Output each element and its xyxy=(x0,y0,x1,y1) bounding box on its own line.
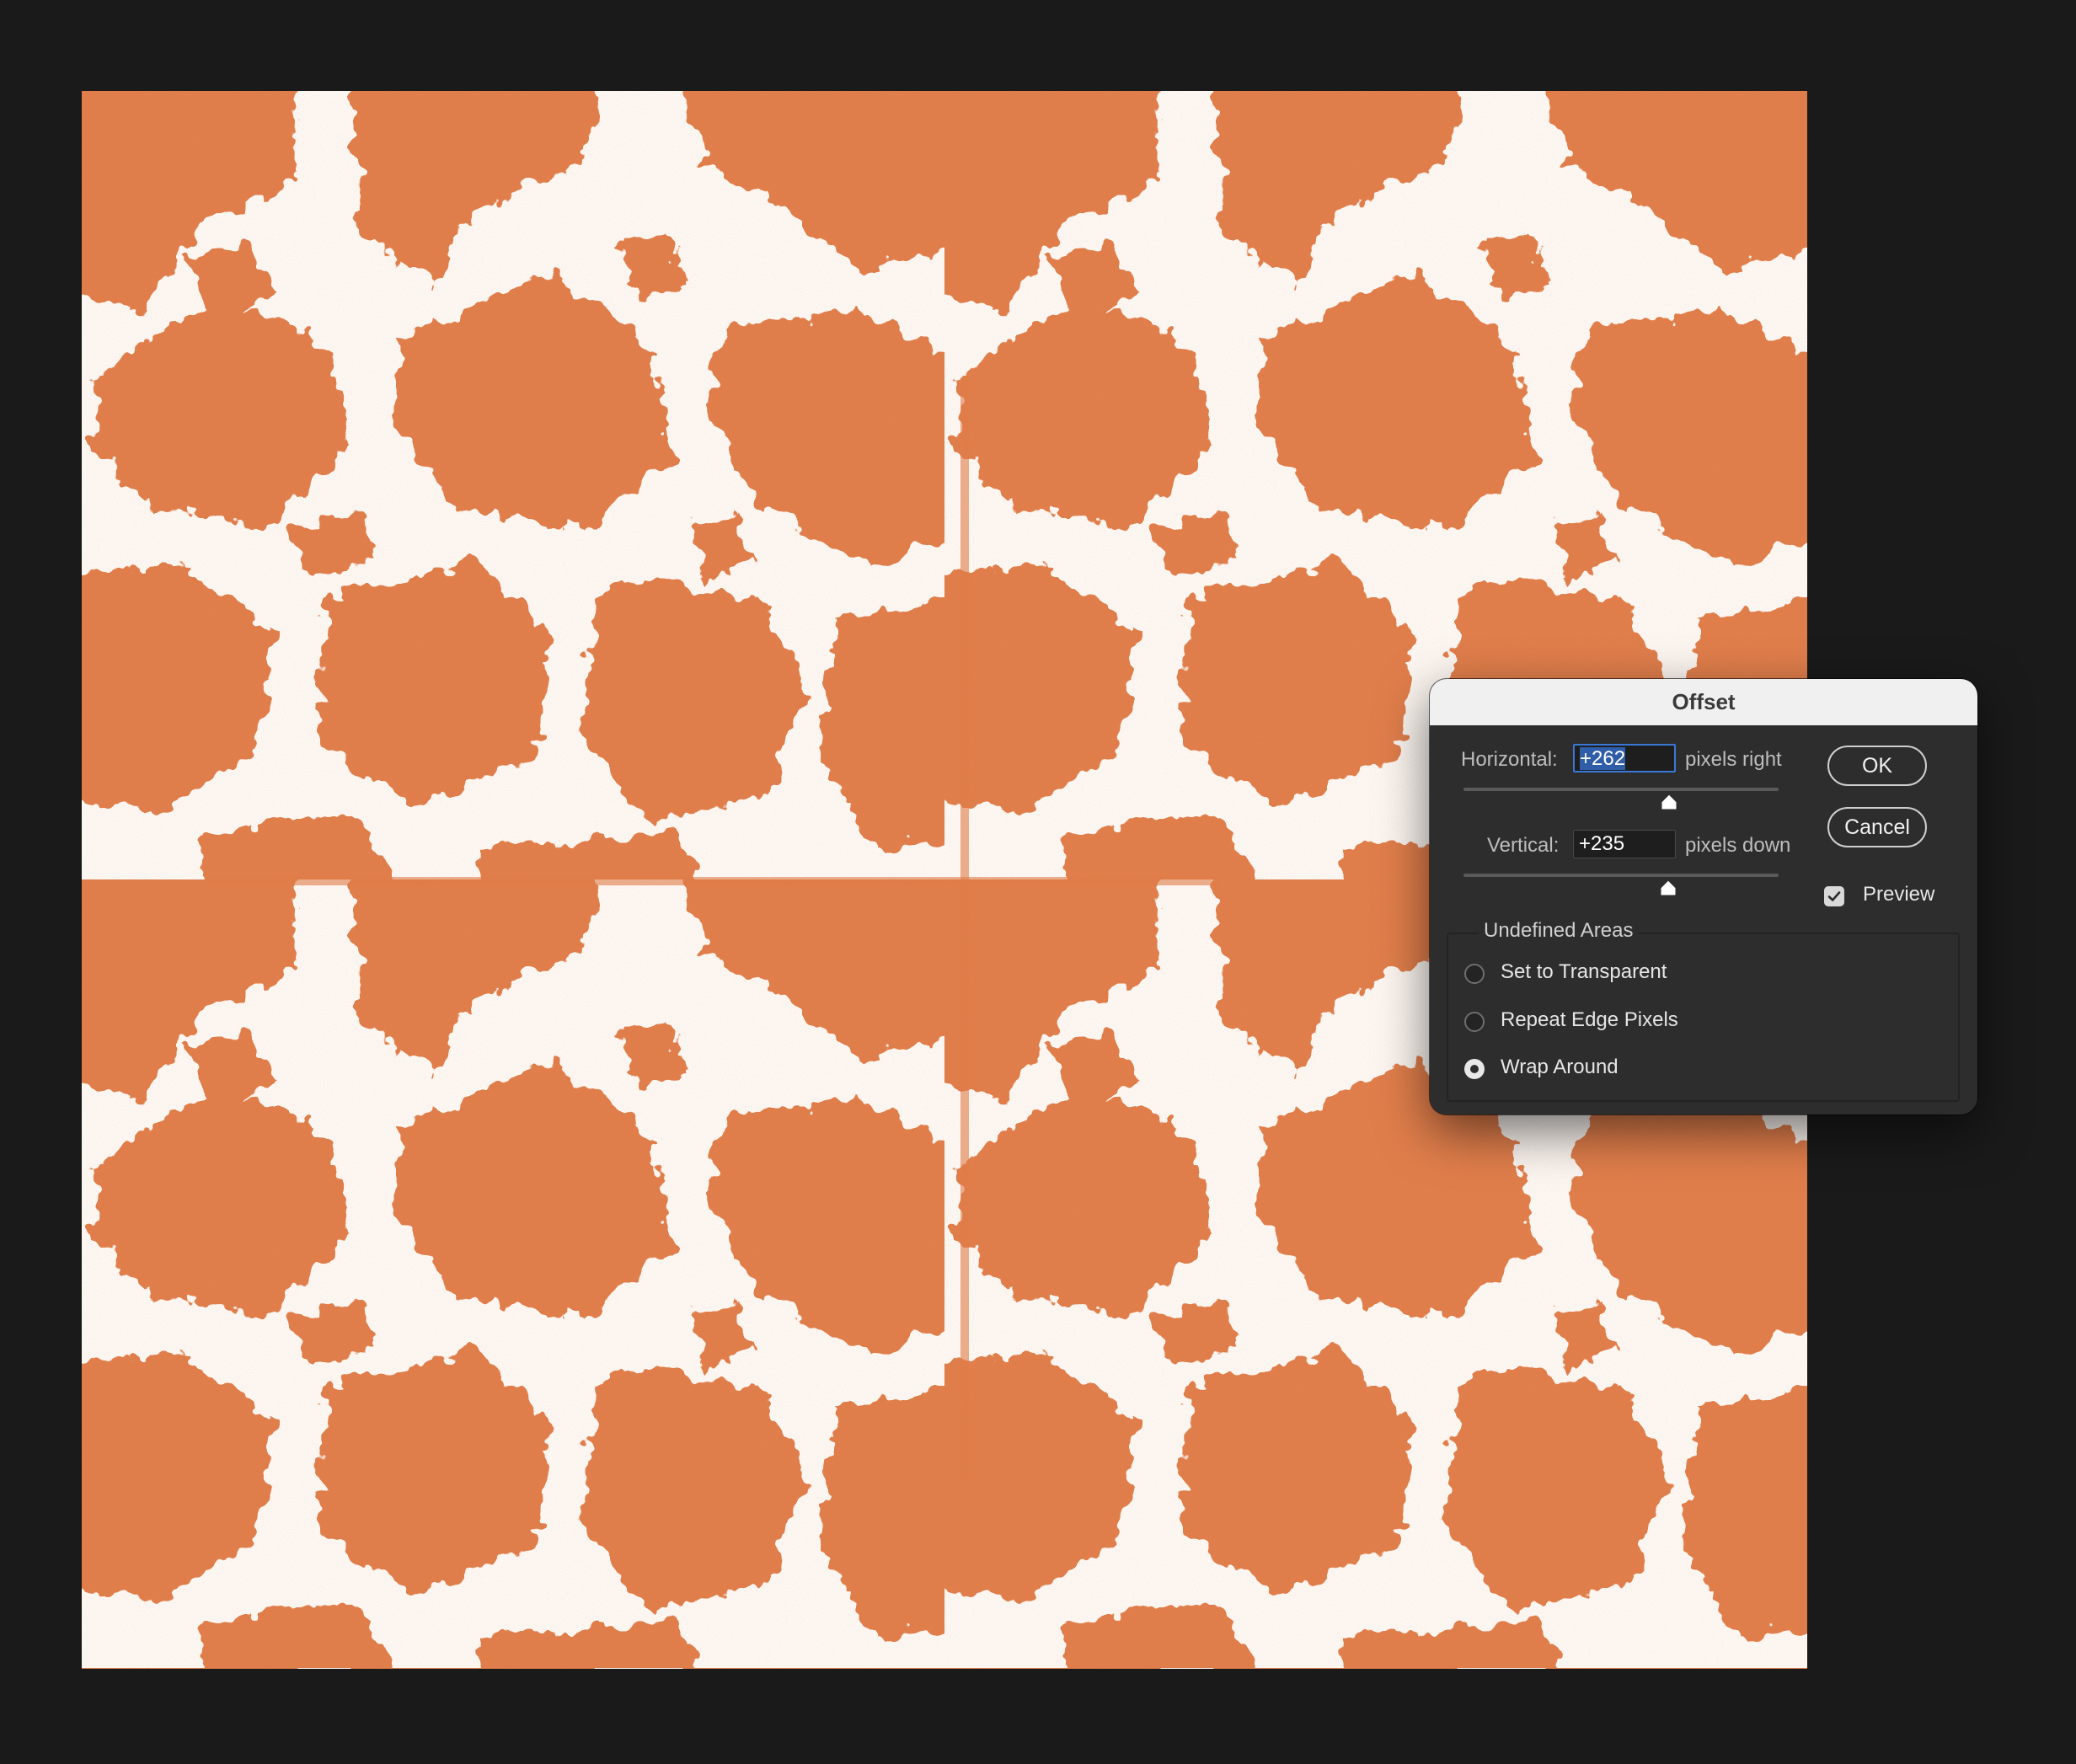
horizontal-offset-value: +262 xyxy=(1580,747,1626,770)
radio-repeat-edge-pixels[interactable] xyxy=(1464,1012,1485,1032)
radio-set-to-transparent[interactable] xyxy=(1464,964,1485,984)
ok-button[interactable]: OK xyxy=(1827,746,1927,786)
checkmark-icon xyxy=(1827,891,1841,901)
horizontal-slider-track[interactable] xyxy=(1463,788,1779,791)
radio-label-wrap-around: Wrap Around xyxy=(1501,1056,1619,1078)
vertical-slider-track[interactable] xyxy=(1463,874,1779,877)
vertical-slider-thumb[interactable] xyxy=(1659,879,1677,896)
radio-label-repeat-edge-pixels: Repeat Edge Pixels xyxy=(1501,1008,1678,1031)
dialog-title-bar[interactable]: Offset xyxy=(1430,679,1977,725)
cancel-button[interactable]: Cancel xyxy=(1827,807,1927,847)
horizontal-unit-label: pixels right xyxy=(1685,748,1782,771)
horizontal-slider-thumb[interactable] xyxy=(1660,794,1678,810)
vertical-offset-value: +235 xyxy=(1579,832,1625,855)
preview-label: Preview xyxy=(1863,883,1935,906)
vertical-label: Vertical: xyxy=(1487,834,1560,857)
vertical-unit-label: pixels down xyxy=(1685,834,1791,857)
vertical-offset-input[interactable]: +235 xyxy=(1573,830,1676,858)
radio-wrap-around[interactable] xyxy=(1464,1059,1485,1079)
undefined-areas-legend: Undefined Areas xyxy=(1479,919,1639,943)
offset-dialog: Offset Horizontal: +262 pixels right Ver… xyxy=(1430,679,1977,1115)
radio-label-set-to-transparent: Set to Transparent xyxy=(1501,960,1667,983)
horizontal-label: Horizontal: xyxy=(1461,748,1558,771)
dialog-title: Offset xyxy=(1672,689,1736,714)
preview-checkbox[interactable] xyxy=(1824,886,1844,906)
horizontal-offset-input[interactable]: +262 xyxy=(1573,744,1676,772)
